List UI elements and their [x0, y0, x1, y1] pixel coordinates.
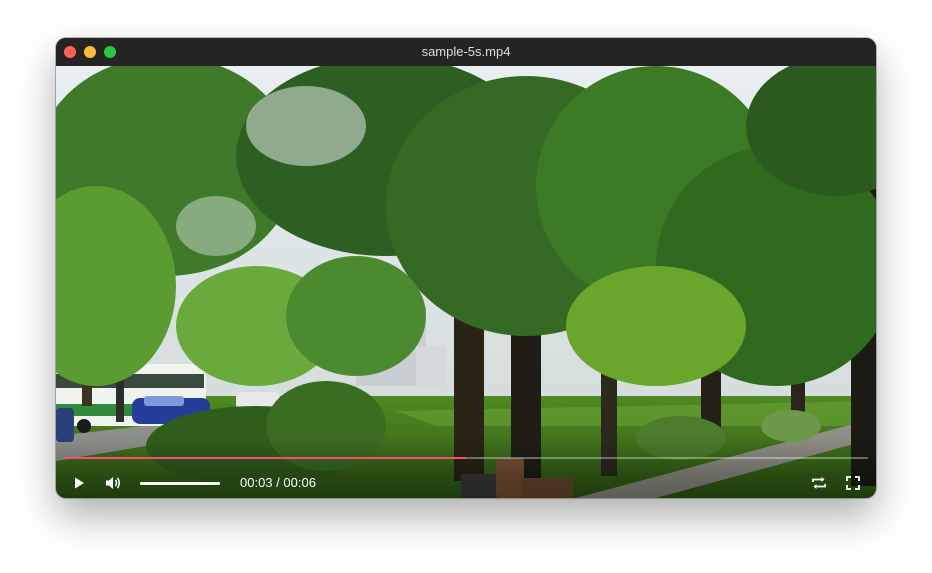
- fullscreen-icon: [846, 476, 860, 490]
- time-display: 00:03 / 00:06: [240, 474, 316, 492]
- video-frame[interactable]: 00:03 / 00:06: [56, 66, 876, 498]
- window-title: sample-5s.mp4: [421, 44, 511, 59]
- loop-icon: [812, 477, 826, 489]
- volume-button[interactable]: [102, 472, 124, 494]
- duration: 00:06: [283, 475, 316, 490]
- control-bar: 00:03 / 00:06: [56, 436, 876, 498]
- play-button[interactable]: [68, 472, 90, 494]
- volume-level: [140, 482, 220, 485]
- progress-fill: [64, 457, 466, 459]
- title-bar[interactable]: sample-5s.mp4: [56, 38, 876, 66]
- play-icon: [75, 477, 84, 489]
- progress-bar[interactable]: [64, 457, 868, 459]
- player-window: sample-5s.mp4 00:03 / 00:06: [56, 38, 876, 498]
- volume-icon: [106, 477, 121, 489]
- current-time: 00:03: [240, 475, 273, 490]
- fullscreen-button[interactable]: [842, 472, 864, 494]
- volume-slider[interactable]: [140, 482, 220, 485]
- video-scene: [56, 66, 876, 498]
- time-separator: /: [272, 475, 284, 490]
- loop-button[interactable]: [808, 472, 830, 494]
